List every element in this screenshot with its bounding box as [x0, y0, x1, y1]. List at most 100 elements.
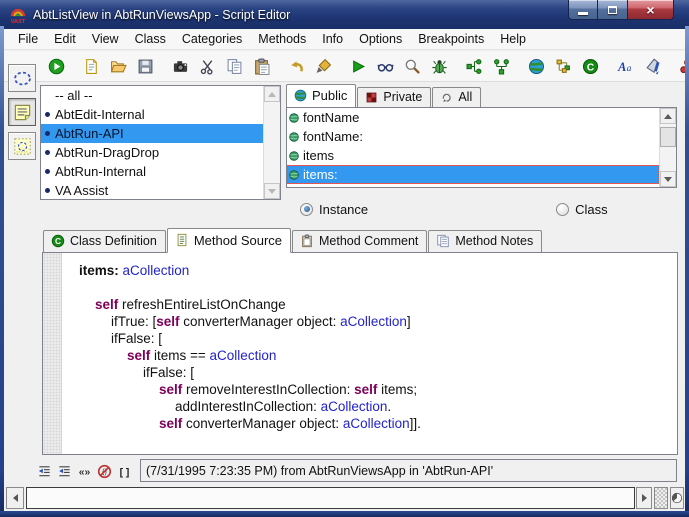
- category-item[interactable]: AbtRun-Internal: [41, 162, 263, 181]
- copy-icon: [226, 58, 243, 75]
- open-button[interactable]: [108, 55, 128, 77]
- menu-view[interactable]: View: [84, 30, 127, 48]
- scrollbar-thumb[interactable]: [660, 127, 676, 147]
- scope-radio-group: Instance Class: [300, 196, 670, 222]
- scroll-right-button[interactable]: [636, 487, 652, 509]
- category-item[interactable]: VA Assist: [41, 181, 263, 200]
- new-script-button[interactable]: [81, 55, 101, 77]
- category-item[interactable]: AbtRun-API: [41, 124, 263, 143]
- arrow-left-icon: [13, 494, 18, 502]
- category-item[interactable]: AbtEdit-Internal: [41, 105, 263, 124]
- radio-instance[interactable]: Instance: [300, 202, 368, 217]
- tab-method-comment[interactable]: Method Comment: [292, 230, 427, 252]
- tab-private[interactable]: Private: [357, 87, 431, 107]
- menu-edit[interactable]: Edit: [46, 30, 84, 48]
- guillemet-quotes-button[interactable]: «»: [76, 462, 93, 480]
- cut-button[interactable]: [197, 55, 217, 77]
- menu-breakpoints[interactable]: Breakpoints: [410, 30, 492, 48]
- category-item[interactable]: -- all --: [41, 86, 263, 105]
- copy-button[interactable]: [224, 55, 244, 77]
- browse-button[interactable]: [375, 55, 395, 77]
- method-item[interactable]: items:: [287, 165, 659, 184]
- radio-class[interactable]: Class: [556, 202, 608, 217]
- square-brackets-button[interactable]: [ ]: [116, 462, 133, 480]
- code-line: ifTrue: [self converterManager object: a…: [63, 313, 677, 330]
- methods-tree-button[interactable]: [464, 55, 484, 77]
- script-editor-button[interactable]: [8, 98, 36, 126]
- maximize-button[interactable]: [598, 0, 627, 20]
- undo-button[interactable]: [286, 55, 306, 77]
- menu-help[interactable]: Help: [492, 30, 534, 48]
- fill-color-button[interactable]: [642, 55, 662, 77]
- categories-list[interactable]: -- all --AbtEdit-InternalAbtRun-APIAbtRu…: [40, 85, 281, 200]
- method-item[interactable]: fontName: [287, 108, 659, 127]
- svg-text:«»: «»: [79, 466, 91, 477]
- close-button[interactable]: ×: [627, 0, 674, 20]
- arrow-right-icon: [642, 494, 647, 502]
- web-globe-button[interactable]: [526, 55, 546, 77]
- vertical-scrollbar[interactable]: [659, 108, 676, 187]
- menu-categories[interactable]: Categories: [174, 30, 250, 48]
- menu-methods[interactable]: Methods: [250, 30, 314, 48]
- public-tab-icon: [294, 89, 307, 102]
- tab-method-notes[interactable]: Method Notes: [428, 230, 542, 252]
- busy-clock-button[interactable]: [670, 487, 684, 509]
- format-toolbar: «»()[ ]( ): [36, 459, 153, 483]
- menu-file[interactable]: File: [10, 30, 46, 48]
- tab-all[interactable]: All: [432, 87, 481, 107]
- caption-buttons: ×: [568, 0, 674, 20]
- scroll-left-button[interactable]: [6, 487, 24, 509]
- debug-button[interactable]: [429, 55, 449, 77]
- method-item[interactable]: fontName:: [287, 127, 659, 146]
- composition-editor-button[interactable]: [8, 64, 36, 92]
- svg-text:a: a: [626, 62, 631, 73]
- remove-parens-button[interactable]: (): [96, 462, 113, 480]
- paste-icon: [253, 58, 270, 75]
- do-it-button[interactable]: [348, 55, 368, 77]
- font-button[interactable]: Aa: [615, 55, 635, 77]
- save-button[interactable]: [135, 55, 155, 77]
- menu-class[interactable]: Class: [127, 30, 174, 48]
- vertical-scrollbar[interactable]: [263, 86, 280, 199]
- scrollbar-track[interactable]: [660, 147, 676, 171]
- scrollbar-track[interactable]: [264, 102, 280, 183]
- scrollbar-down-button[interactable]: [264, 183, 280, 199]
- bottom-text-field[interactable]: [26, 487, 635, 509]
- tab-class-definition[interactable]: CClass Definition: [43, 230, 166, 252]
- methods-list[interactable]: fontNamefontName:itemsitems:: [286, 107, 677, 188]
- hierarchy-tree-button[interactable]: [491, 55, 511, 77]
- outdent-lines-button[interactable]: [36, 462, 53, 480]
- private-tab-icon: [365, 91, 378, 104]
- scrollbar-up-button[interactable]: [660, 108, 676, 124]
- menu-options[interactable]: Options: [351, 30, 410, 48]
- scrollbar-down-button[interactable]: [660, 171, 676, 187]
- method-item[interactable]: items: [287, 146, 659, 165]
- code-line: self removeInterestInCollection: self it…: [63, 381, 677, 398]
- category-item[interactable]: AbtRun-DragDrop: [41, 143, 263, 162]
- execute-button[interactable]: [46, 55, 66, 77]
- square-brackets-icon: [ ]: [117, 464, 132, 479]
- titlebar[interactable]: VAST AbtListView in AbtRunViewsApp - Scr…: [0, 0, 689, 29]
- screenshot-button[interactable]: [170, 55, 190, 77]
- tab-label: All: [458, 90, 472, 104]
- paste-button[interactable]: [251, 55, 271, 77]
- menubar: FileEditViewClassCategoriesMethodsInfoOp…: [4, 29, 685, 50]
- parts-tree-button[interactable]: [553, 55, 573, 77]
- scrollbar-up-button[interactable]: [264, 86, 280, 102]
- class-browser-button[interactable]: C: [580, 55, 600, 77]
- search-button[interactable]: [402, 55, 422, 77]
- code-line: ifFalse: [: [63, 364, 677, 381]
- minimize-button[interactable]: [568, 0, 598, 20]
- tab-public[interactable]: Public: [286, 84, 356, 107]
- web-globe-icon: [528, 58, 545, 75]
- indent-lines-button[interactable]: [56, 462, 73, 480]
- parts-catalog-button[interactable]: [8, 132, 36, 160]
- dither-toggle-button[interactable]: [654, 487, 668, 509]
- minimize-icon: [578, 12, 588, 15]
- method-source-editor[interactable]: items: aCollectionself refreshEntireList…: [63, 253, 677, 454]
- tab-method-source[interactable]: Method Source: [167, 228, 291, 253]
- composition-editor-icon: [13, 69, 32, 88]
- edit-pen-button[interactable]: [313, 55, 333, 77]
- window-border: [685, 26, 689, 517]
- menu-info[interactable]: Info: [314, 30, 351, 48]
